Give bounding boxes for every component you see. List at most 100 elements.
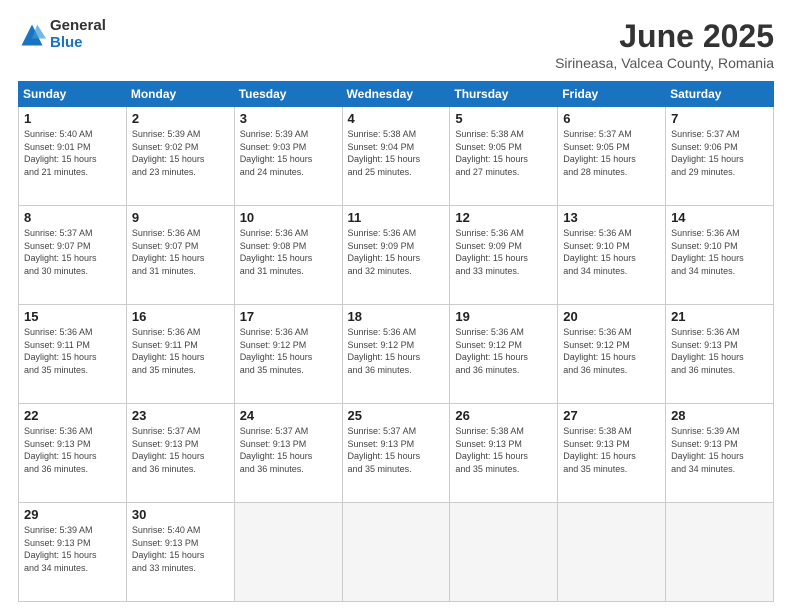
day-info: Sunrise: 5:36 AMSunset: 9:13 PMDaylight:… — [24, 425, 121, 475]
day-info: Sunrise: 5:37 AMSunset: 9:06 PMDaylight:… — [671, 128, 768, 178]
day-number: 8 — [24, 210, 121, 225]
day-info: Sunrise: 5:36 AMSunset: 9:10 PMDaylight:… — [563, 227, 660, 277]
day-info: Sunrise: 5:38 AMSunset: 9:13 PMDaylight:… — [455, 425, 552, 475]
day-number: 5 — [455, 111, 552, 126]
table-row — [666, 503, 774, 602]
day-info: Sunrise: 5:39 AMSunset: 9:02 PMDaylight:… — [132, 128, 229, 178]
header-row: Sunday Monday Tuesday Wednesday Thursday… — [19, 82, 774, 107]
day-number: 22 — [24, 408, 121, 423]
table-row: 16 Sunrise: 5:36 AMSunset: 9:11 PMDaylig… — [126, 305, 234, 404]
day-number: 7 — [671, 111, 768, 126]
day-info: Sunrise: 5:36 AMSunset: 9:08 PMDaylight:… — [240, 227, 337, 277]
col-friday: Friday — [558, 82, 666, 107]
day-number: 3 — [240, 111, 337, 126]
calendar-title: June 2025 — [555, 18, 774, 55]
day-number: 12 — [455, 210, 552, 225]
logo-icon — [18, 21, 46, 49]
table-row: 23 Sunrise: 5:37 AMSunset: 9:13 PMDaylig… — [126, 404, 234, 503]
table-row: 22 Sunrise: 5:36 AMSunset: 9:13 PMDaylig… — [19, 404, 127, 503]
day-number: 25 — [348, 408, 445, 423]
day-number: 29 — [24, 507, 121, 522]
day-info: Sunrise: 5:36 AMSunset: 9:07 PMDaylight:… — [132, 227, 229, 277]
col-tuesday: Tuesday — [234, 82, 342, 107]
day-info: Sunrise: 5:37 AMSunset: 9:07 PMDaylight:… — [24, 227, 121, 277]
day-number: 16 — [132, 309, 229, 324]
day-info: Sunrise: 5:37 AMSunset: 9:13 PMDaylight:… — [240, 425, 337, 475]
day-info: Sunrise: 5:36 AMSunset: 9:13 PMDaylight:… — [671, 326, 768, 376]
calendar-table: Sunday Monday Tuesday Wednesday Thursday… — [18, 81, 774, 602]
day-number: 21 — [671, 309, 768, 324]
day-info: Sunrise: 5:36 AMSunset: 9:09 PMDaylight:… — [348, 227, 445, 277]
table-row: 12 Sunrise: 5:36 AMSunset: 9:09 PMDaylig… — [450, 206, 558, 305]
day-number: 9 — [132, 210, 229, 225]
table-row: 20 Sunrise: 5:36 AMSunset: 9:12 PMDaylig… — [558, 305, 666, 404]
table-row: 15 Sunrise: 5:36 AMSunset: 9:11 PMDaylig… — [19, 305, 127, 404]
logo-blue: Blue — [50, 35, 106, 52]
table-row: 18 Sunrise: 5:36 AMSunset: 9:12 PMDaylig… — [342, 305, 450, 404]
table-row: 6 Sunrise: 5:37 AMSunset: 9:05 PMDayligh… — [558, 107, 666, 206]
day-number: 19 — [455, 309, 552, 324]
table-row: 2 Sunrise: 5:39 AMSunset: 9:02 PMDayligh… — [126, 107, 234, 206]
day-info: Sunrise: 5:36 AMSunset: 9:12 PMDaylight:… — [455, 326, 552, 376]
day-number: 11 — [348, 210, 445, 225]
day-number: 2 — [132, 111, 229, 126]
table-row: 7 Sunrise: 5:37 AMSunset: 9:06 PMDayligh… — [666, 107, 774, 206]
day-info: Sunrise: 5:38 AMSunset: 9:04 PMDaylight:… — [348, 128, 445, 178]
table-row: 14 Sunrise: 5:36 AMSunset: 9:10 PMDaylig… — [666, 206, 774, 305]
table-row: 5 Sunrise: 5:38 AMSunset: 9:05 PMDayligh… — [450, 107, 558, 206]
day-info: Sunrise: 5:39 AMSunset: 9:13 PMDaylight:… — [24, 524, 121, 574]
header: General Blue June 2025 Sirineasa, Valcea… — [18, 18, 774, 71]
table-row: 28 Sunrise: 5:39 AMSunset: 9:13 PMDaylig… — [666, 404, 774, 503]
day-number: 14 — [671, 210, 768, 225]
day-number: 15 — [24, 309, 121, 324]
day-number: 17 — [240, 309, 337, 324]
table-row: 17 Sunrise: 5:36 AMSunset: 9:12 PMDaylig… — [234, 305, 342, 404]
day-info: Sunrise: 5:39 AMSunset: 9:03 PMDaylight:… — [240, 128, 337, 178]
col-monday: Monday — [126, 82, 234, 107]
day-number: 27 — [563, 408, 660, 423]
day-info: Sunrise: 5:36 AMSunset: 9:11 PMDaylight:… — [24, 326, 121, 376]
day-number: 26 — [455, 408, 552, 423]
day-info: Sunrise: 5:37 AMSunset: 9:13 PMDaylight:… — [132, 425, 229, 475]
day-number: 24 — [240, 408, 337, 423]
day-info: Sunrise: 5:38 AMSunset: 9:05 PMDaylight:… — [455, 128, 552, 178]
day-info: Sunrise: 5:40 AMSunset: 9:13 PMDaylight:… — [132, 524, 229, 574]
table-row: 4 Sunrise: 5:38 AMSunset: 9:04 PMDayligh… — [342, 107, 450, 206]
table-row: 3 Sunrise: 5:39 AMSunset: 9:03 PMDayligh… — [234, 107, 342, 206]
table-row: 25 Sunrise: 5:37 AMSunset: 9:13 PMDaylig… — [342, 404, 450, 503]
table-row: 8 Sunrise: 5:37 AMSunset: 9:07 PMDayligh… — [19, 206, 127, 305]
day-info: Sunrise: 5:36 AMSunset: 9:12 PMDaylight:… — [240, 326, 337, 376]
day-info: Sunrise: 5:36 AMSunset: 9:09 PMDaylight:… — [455, 227, 552, 277]
day-number: 10 — [240, 210, 337, 225]
table-row: 26 Sunrise: 5:38 AMSunset: 9:13 PMDaylig… — [450, 404, 558, 503]
day-info: Sunrise: 5:37 AMSunset: 9:05 PMDaylight:… — [563, 128, 660, 178]
day-number: 28 — [671, 408, 768, 423]
table-row — [342, 503, 450, 602]
day-number: 23 — [132, 408, 229, 423]
day-info: Sunrise: 5:38 AMSunset: 9:13 PMDaylight:… — [563, 425, 660, 475]
table-row: 21 Sunrise: 5:36 AMSunset: 9:13 PMDaylig… — [666, 305, 774, 404]
table-row — [558, 503, 666, 602]
table-row: 27 Sunrise: 5:38 AMSunset: 9:13 PMDaylig… — [558, 404, 666, 503]
page: General Blue June 2025 Sirineasa, Valcea… — [0, 0, 792, 612]
col-sunday: Sunday — [19, 82, 127, 107]
logo-general: General — [50, 18, 106, 35]
table-row: 30 Sunrise: 5:40 AMSunset: 9:13 PMDaylig… — [126, 503, 234, 602]
logo-text: General Blue — [50, 18, 106, 51]
day-number: 20 — [563, 309, 660, 324]
day-number: 30 — [132, 507, 229, 522]
table-row: 9 Sunrise: 5:36 AMSunset: 9:07 PMDayligh… — [126, 206, 234, 305]
table-row — [450, 503, 558, 602]
day-number: 1 — [24, 111, 121, 126]
day-number: 6 — [563, 111, 660, 126]
day-info: Sunrise: 5:36 AMSunset: 9:12 PMDaylight:… — [348, 326, 445, 376]
table-row — [234, 503, 342, 602]
day-number: 4 — [348, 111, 445, 126]
table-row: 13 Sunrise: 5:36 AMSunset: 9:10 PMDaylig… — [558, 206, 666, 305]
col-wednesday: Wednesday — [342, 82, 450, 107]
col-thursday: Thursday — [450, 82, 558, 107]
day-info: Sunrise: 5:36 AMSunset: 9:10 PMDaylight:… — [671, 227, 768, 277]
table-row: 29 Sunrise: 5:39 AMSunset: 9:13 PMDaylig… — [19, 503, 127, 602]
table-row: 19 Sunrise: 5:36 AMSunset: 9:12 PMDaylig… — [450, 305, 558, 404]
day-info: Sunrise: 5:40 AMSunset: 9:01 PMDaylight:… — [24, 128, 121, 178]
